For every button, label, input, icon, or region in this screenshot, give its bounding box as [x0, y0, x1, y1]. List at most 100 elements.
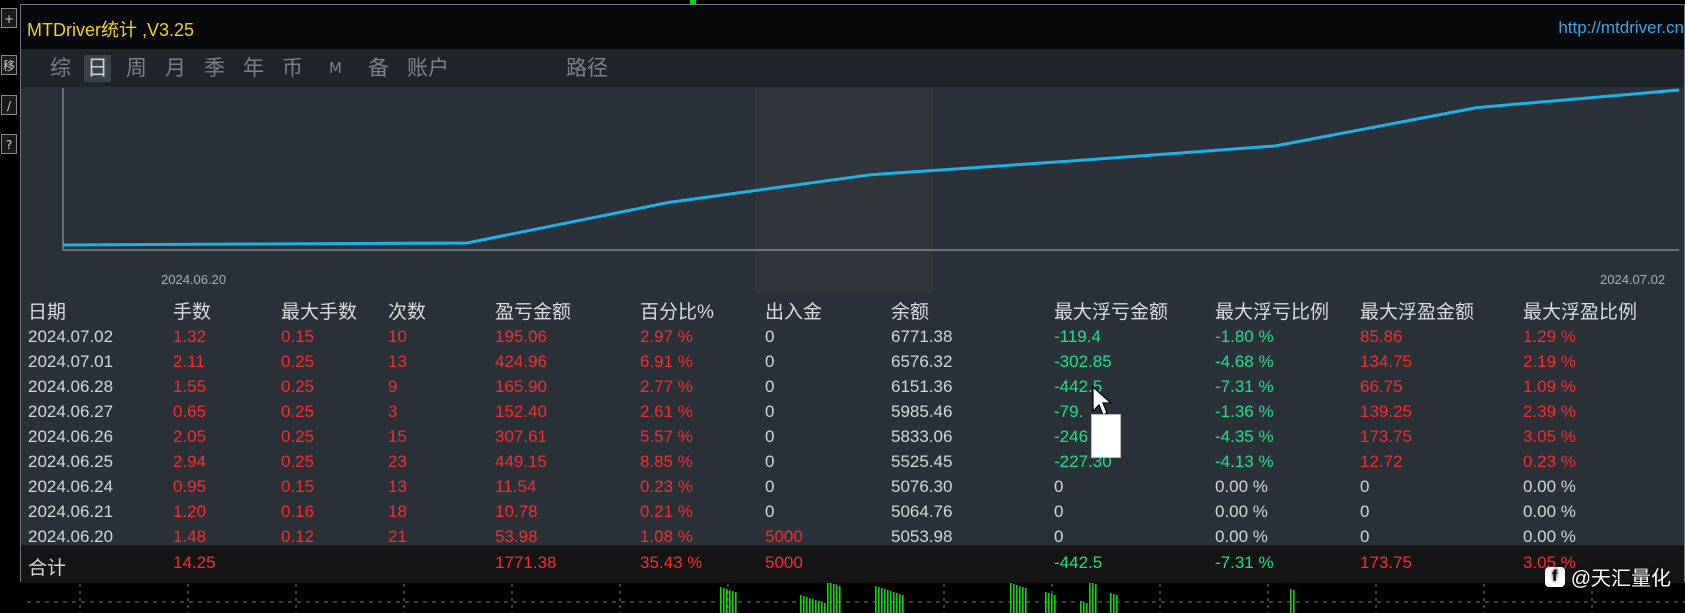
x-axis-start-label: 2024.06.20 [161, 272, 227, 287]
cell-max-lots: 0.15 [281, 327, 315, 346]
bg-bar [1113, 594, 1115, 613]
cell-count: 9 [388, 377, 398, 396]
tab-daily[interactable]: 日 [84, 55, 111, 82]
tab-yearly[interactable]: 年 [240, 55, 267, 82]
col-header-max-float-loss: 最大浮亏金额 [1054, 302, 1169, 323]
total-row-bg [21, 545, 1684, 583]
cell-count: 18 [388, 502, 407, 521]
cell-deposit: 0 [765, 327, 775, 346]
cell-deposit: 0 [765, 352, 775, 371]
bg-bar [729, 590, 731, 613]
tab-monthly[interactable]: 月 [162, 55, 189, 82]
tab-quarterly[interactable]: 季 [201, 55, 228, 82]
cell-max-float-loss-ratio: 0.00 % [1215, 477, 1268, 496]
cell-max-lots: 0.12 [281, 527, 315, 546]
cell-max-lots: 0.25 [281, 427, 315, 446]
tab-currency[interactable]: 币 [279, 55, 306, 82]
help-button[interactable]: ? [1, 134, 17, 154]
title-bar: MTDriver统计 ,V3.25 http://mtdriver.cn [21, 5, 1684, 49]
tab-m[interactable]: M [326, 55, 345, 82]
cell-lots: 2.05 [173, 427, 207, 446]
cell-pnl: 53.98 [495, 527, 538, 546]
cell-pnl: 195.06 [495, 327, 547, 346]
cell-count: 13 [388, 352, 407, 371]
cell-lots: 1.55 [173, 377, 207, 396]
cell-count: 13 [388, 477, 407, 496]
bg-bar [1290, 589, 1292, 613]
site-link[interactable]: http://mtdriver.cn [1558, 18, 1684, 38]
col-header-max-float-loss-ratio: 最大浮亏比例 [1215, 302, 1330, 323]
bg-bar [1086, 603, 1088, 613]
cell-percent: 2.77 % [640, 377, 693, 396]
cell-pnl: 10.78 [495, 502, 538, 521]
bg-bar [878, 587, 880, 613]
bg-bar [827, 582, 829, 613]
col-header-date: 日期 [28, 302, 67, 323]
bg-bar [809, 598, 811, 613]
cell-max-float-loss: -119.4 [1054, 327, 1101, 346]
cell-date: 2024.07.01 [28, 352, 114, 371]
cell-max-float-profit: 12.72 [1360, 452, 1403, 471]
bg-bar [884, 589, 886, 613]
bg-bar [830, 583, 832, 613]
cell-deposit: 5000 [765, 527, 803, 546]
bg-bar [1048, 593, 1050, 613]
tab-overview[interactable]: 综 [47, 55, 74, 82]
tab-weekly[interactable]: 周 [123, 55, 150, 82]
cell-count: 15 [388, 427, 407, 446]
cell-balance: 5076.30 [891, 477, 953, 496]
cell-percent: 2.61 % [640, 402, 693, 421]
total-cell-pnl: 1771.38 [495, 553, 557, 572]
cell-max-float-loss: 0 [1054, 477, 1064, 496]
bg-bar [1010, 583, 1012, 613]
bg-bar [896, 593, 898, 613]
cell-max-float-profit-ratio: 1.29 % [1523, 327, 1576, 346]
cell-lots: 1.32 [173, 327, 207, 346]
equity-chart-svg [62, 88, 1680, 293]
cell-lots: 1.48 [173, 527, 207, 546]
cell-max-float-profit: 85.86 [1360, 327, 1403, 346]
bg-bar [800, 595, 802, 613]
cell-percent: 0.23 % [640, 477, 693, 496]
facebook-icon: f [1544, 566, 1565, 587]
bg-bar [1293, 590, 1295, 613]
total-cell-date: 合计 [28, 558, 67, 579]
move-button[interactable]: 移 [1, 55, 17, 75]
bg-bar [1019, 586, 1021, 613]
cell-max-float-profit-ratio: 3.05 % [1523, 427, 1576, 446]
cell-date: 2024.06.26 [28, 427, 114, 446]
cell-balance: 5833.06 [891, 427, 953, 446]
cell-lots: 2.11 [173, 352, 205, 371]
zoom-in-button[interactable]: + [1, 8, 17, 28]
cell-max-float-loss: 0 [1054, 502, 1064, 521]
bg-bar [1092, 583, 1094, 613]
cell-date: 2024.07.02 [28, 327, 114, 346]
line-tool-button[interactable]: / [1, 95, 17, 115]
tab-path[interactable]: 路径 [563, 55, 611, 82]
tab-account[interactable]: 账户 [404, 55, 452, 82]
bg-bar [812, 599, 814, 613]
bg-bar [735, 592, 737, 613]
cell-max-float-loss-ratio: -4.35 % [1215, 427, 1274, 446]
col-header-pnl: 盈亏金额 [495, 302, 572, 323]
window-title: MTDriver统计 ,V3.25 [27, 20, 195, 40]
bg-bar [803, 596, 805, 613]
cell-max-float-loss: -79. [1054, 402, 1084, 421]
cell-percent: 6.91 % [640, 352, 693, 371]
cell-deposit: 0 [765, 502, 775, 521]
cursor-tooltip-box [1091, 414, 1121, 458]
x-axis-end-label: 2024.07.02 [1600, 272, 1666, 287]
tab-notes[interactable]: 备 [365, 55, 392, 82]
bg-bar [833, 584, 835, 613]
bg-bar [1095, 584, 1097, 613]
stats-panel: MTDriver统计 ,V3.25 http://mtdriver.cn 综 日… [20, 4, 1685, 583]
cell-max-lots: 0.25 [281, 377, 315, 396]
cell-max-float-loss-ratio: 0.00 % [1215, 527, 1268, 546]
bg-bar [890, 591, 892, 613]
cell-balance: 5064.76 [891, 502, 953, 521]
cell-pnl: 307.61 [495, 427, 547, 446]
bg-bar [1025, 588, 1027, 613]
cell-max-lots: 0.25 [281, 402, 315, 421]
bg-bar [887, 590, 889, 613]
bg-bar [726, 589, 728, 613]
